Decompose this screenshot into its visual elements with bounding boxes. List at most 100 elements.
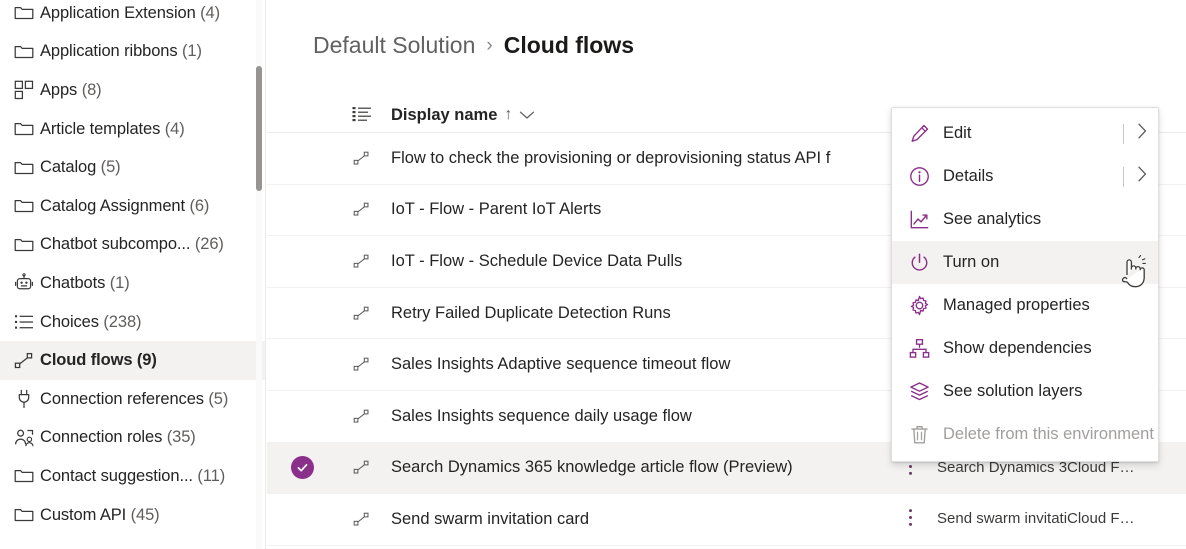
apps-grid-icon xyxy=(14,80,34,100)
sidebar-item-count: (4) xyxy=(165,120,185,138)
menu-item-show-dependencies[interactable]: Show dependencies xyxy=(892,327,1158,370)
row-type-cell: Cloud F… xyxy=(1067,510,1167,528)
flow-icon xyxy=(353,253,370,270)
sidebar-item-contact-suggestion[interactable]: Contact suggestion... (11) xyxy=(0,457,266,496)
robot-icon xyxy=(14,273,34,293)
row-display-name: Search Dynamics 365 knowledge article fl… xyxy=(391,458,793,476)
breadcrumb-current: Cloud flows xyxy=(504,32,634,59)
apps-grid-icon xyxy=(14,80,40,100)
folder-icon xyxy=(14,3,40,23)
chevron-right-icon[interactable] xyxy=(1137,165,1148,188)
flow-icon xyxy=(14,351,40,371)
line-chart-icon xyxy=(909,209,943,230)
sidebar-item-count: (11) xyxy=(197,467,225,485)
sidebar-item-text: Chatbot subcompo... (26) xyxy=(40,235,224,254)
sidebar-item-text: Custom API (45) xyxy=(40,506,160,525)
table-row[interactable]: Send swarm invitation card Send swarm inv… xyxy=(267,494,1186,546)
sidebar-item-text: Choices (238) xyxy=(40,313,141,332)
submenu-expander[interactable] xyxy=(1123,155,1148,198)
sidebar-item-custom-api[interactable]: Custom API (45) xyxy=(0,496,266,535)
folder-icon xyxy=(14,42,34,62)
row-more-options-button[interactable] xyxy=(883,508,937,530)
row-display-name: Sales Insights sequence daily usage flow xyxy=(391,407,692,425)
list-settings-icon xyxy=(352,106,372,124)
sidebar-item-chatbots[interactable]: Chatbots (1) xyxy=(0,264,266,303)
sidebar-scrollbar-thumb[interactable] xyxy=(256,66,262,191)
menu-item-label: Delete from this environment xyxy=(943,425,1154,444)
layers-icon xyxy=(909,381,943,402)
flow-icon xyxy=(353,201,370,218)
row-display-name-cell: IoT - Flow - Parent IoT Alerts xyxy=(386,200,883,219)
sidebar-item-apps[interactable]: Apps (8) xyxy=(0,71,266,110)
menu-item-details[interactable]: Details xyxy=(892,155,1158,198)
sidebar-item-application-ribbons[interactable]: Application ribbons (1) xyxy=(0,33,266,72)
sidebar-item-article-templates[interactable]: Article templates (4) xyxy=(0,110,266,149)
robot-icon xyxy=(14,273,40,293)
power-icon xyxy=(909,252,930,273)
column-header-display-name[interactable]: Display name ↑ xyxy=(386,106,883,125)
column-header-display-name-label: Display name xyxy=(391,106,497,125)
row-display-name-cell: Sales Insights Adaptive sequence timeout… xyxy=(386,355,883,374)
menu-item-managed-properties[interactable]: Managed properties xyxy=(892,284,1158,327)
flow-icon xyxy=(353,511,370,528)
menu-item-label: See analytics xyxy=(943,210,1041,229)
menu-item-edit[interactable]: Edit xyxy=(892,112,1158,155)
flow-icon xyxy=(353,305,370,322)
menu-item-turn-on[interactable]: Turn on xyxy=(892,241,1158,284)
sidebar-item-count: (5) xyxy=(208,390,228,408)
sidebar-item-choices[interactable]: Choices (238) xyxy=(0,303,266,342)
menu-divider xyxy=(1123,167,1124,187)
folder-icon xyxy=(14,42,40,62)
sidebar-item-text: Article templates (4) xyxy=(40,120,185,139)
row-checkbox[interactable] xyxy=(267,456,337,479)
folder-icon xyxy=(14,3,34,23)
row-display-name: Send swarm invitation card xyxy=(391,510,589,528)
menu-item-see-solution-layers[interactable]: See solution layers xyxy=(892,370,1158,413)
breadcrumb-parent-link[interactable]: Default Solution xyxy=(313,32,475,59)
folder-icon xyxy=(14,235,40,255)
menu-divider xyxy=(1123,124,1124,144)
flow-icon xyxy=(337,305,386,322)
sidebar-item-text: Cloud flows (9) xyxy=(40,351,157,370)
folder-icon xyxy=(14,158,34,178)
sidebar-item-label: Connection roles xyxy=(40,428,162,446)
sidebar-item-count: (4) xyxy=(200,4,220,22)
sidebar-item-catalog-assignment[interactable]: Catalog Assignment (6) xyxy=(0,187,266,226)
row-display-name: IoT - Flow - Parent IoT Alerts xyxy=(391,200,601,218)
menu-item-label: Turn on xyxy=(943,253,999,272)
flow-icon xyxy=(353,459,370,476)
sidebar-item-count: (26) xyxy=(195,235,224,253)
row-name: Send swarm invitati… xyxy=(937,510,1067,527)
row-display-name-cell: Retry Failed Duplicate Detection Runs xyxy=(386,304,883,323)
sidebar-item-application-extension[interactable]: Application Extension (4) xyxy=(0,0,266,33)
plug-icon xyxy=(14,389,40,409)
submenu-expander[interactable] xyxy=(1123,112,1148,155)
sidebar-item-connection-roles[interactable]: Connection roles (35) xyxy=(0,419,266,458)
chevron-right-icon[interactable] xyxy=(1137,122,1148,145)
flow-icon xyxy=(353,408,370,425)
menu-item-see-analytics[interactable]: See analytics xyxy=(892,198,1158,241)
power-apps-solution-explorer: Application Extension (4)Application rib… xyxy=(0,0,1186,549)
menu-item-label: Managed properties xyxy=(943,296,1090,315)
layers-icon xyxy=(909,381,930,402)
sidebar-item-text: Catalog (5) xyxy=(40,158,121,177)
folder-icon xyxy=(14,119,40,139)
folder-icon xyxy=(14,235,34,255)
sidebar-item-cloud-flows[interactable]: Cloud flows (9) xyxy=(0,341,266,380)
sidebar-item-connection-references[interactable]: Connection references (5) xyxy=(0,380,266,419)
pencil-icon xyxy=(909,123,943,144)
chevron-down-icon[interactable] xyxy=(519,106,535,125)
row-display-name-cell: Sales Insights sequence daily usage flow xyxy=(386,407,883,426)
gear-icon xyxy=(909,295,930,316)
column-options-icon-cell[interactable] xyxy=(337,106,386,124)
flow-icon xyxy=(337,511,386,528)
sidebar-item-label: Connection references xyxy=(40,390,204,408)
sidebar-item-catalog[interactable]: Catalog (5) xyxy=(0,148,266,187)
row-display-name-cell: Flow to check the provisioning or deprov… xyxy=(386,149,883,168)
sidebar-item-label: Choices xyxy=(40,313,99,331)
sidebar-item-count: (45) xyxy=(131,506,160,524)
menu-item-label: See solution layers xyxy=(943,382,1082,401)
plug-icon xyxy=(14,389,34,409)
sort-ascending-icon: ↑ xyxy=(504,106,512,124)
sidebar-item-chatbot-subcompo[interactable]: Chatbot subcompo... (26) xyxy=(0,226,266,265)
